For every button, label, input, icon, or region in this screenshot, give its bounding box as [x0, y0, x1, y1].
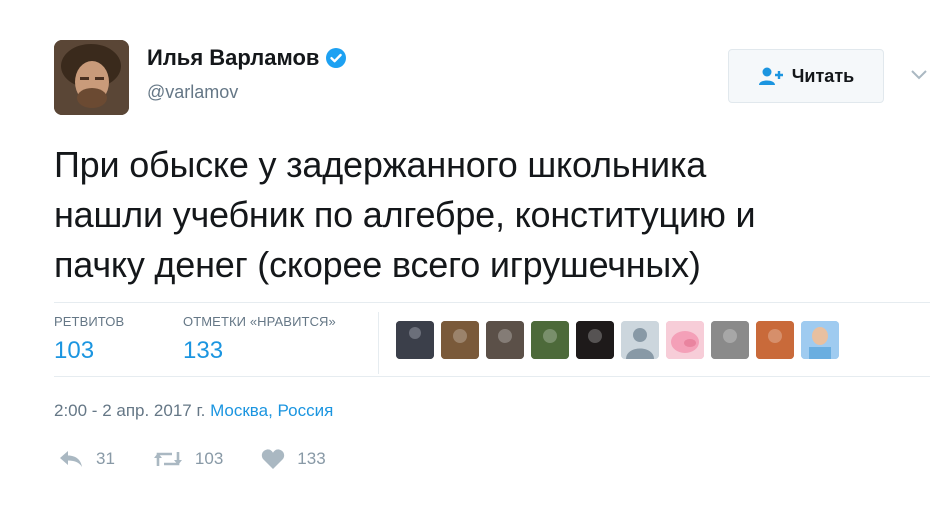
tweet-location[interactable]: Москва, Россия	[210, 401, 333, 420]
tweet-line: пачку денег (скорее всего игрушечных)	[54, 244, 701, 285]
retweets-label: РЕТВИТОВ	[54, 314, 125, 329]
reply-count: 31	[96, 449, 115, 468]
reply-icon	[58, 449, 84, 469]
reply-button[interactable]: 31	[58, 449, 115, 469]
liker-avatar[interactable]	[801, 321, 839, 359]
verified-badge-icon	[325, 47, 347, 69]
author-name-row: Илья Варламов	[147, 45, 347, 71]
liker-avatar[interactable]	[621, 321, 659, 359]
likes-stat[interactable]: ОТМЕТКИ «НРАВИТСЯ» 133	[183, 314, 336, 365]
likes-count: 133	[183, 337, 224, 364]
liker-avatar[interactable]	[756, 321, 794, 359]
tweet-actions: 31 103 133	[58, 448, 364, 470]
tweet-text: При обыске у задержанного школьника нашл…	[54, 140, 934, 290]
author-name[interactable]: Илья Варламов	[147, 45, 319, 71]
liker-avatar[interactable]	[441, 321, 479, 359]
liker-avatar[interactable]	[396, 321, 434, 359]
author-avatar[interactable]	[54, 40, 129, 115]
likers-avatars	[396, 321, 846, 359]
author-handle[interactable]: @varlamov	[147, 82, 238, 103]
retweets-stat[interactable]: РЕТВИТОВ 103	[54, 314, 124, 365]
follow-person-icon	[758, 66, 784, 86]
stats-top-divider	[54, 302, 930, 303]
retweet-button[interactable]: 103	[153, 449, 223, 469]
retweet-icon	[153, 449, 183, 469]
likes-label: ОТМЕТКИ «НРАВИТСЯ»	[183, 314, 336, 329]
tweet-line: нашли учебник по алгебре, конституцию и	[54, 194, 756, 235]
chevron-down-icon[interactable]	[910, 68, 928, 80]
liker-avatar[interactable]	[711, 321, 749, 359]
follow-button[interactable]: Читать	[728, 49, 884, 103]
tweet-meta: 2:00 - 2 апр. 2017 г. Москва, Россия	[54, 401, 333, 421]
liker-avatar[interactable]	[666, 321, 704, 359]
retweets-count: 103	[54, 337, 95, 364]
tweet-line: При обыске у задержанного школьника	[54, 144, 707, 185]
retweet-count: 103	[194, 449, 224, 468]
stats-vertical-divider	[378, 312, 379, 374]
liker-avatar[interactable]	[486, 321, 524, 359]
stats-bottom-divider	[54, 376, 930, 377]
like-count: 133	[297, 449, 326, 468]
liker-avatar[interactable]	[576, 321, 614, 359]
heart-icon	[261, 448, 285, 470]
like-button[interactable]: 133	[261, 448, 326, 470]
liker-avatar[interactable]	[531, 321, 569, 359]
follow-button-label: Читать	[791, 65, 855, 86]
tweet-timestamp[interactable]: 2:00 - 2 апр. 2017 г.	[54, 401, 205, 420]
